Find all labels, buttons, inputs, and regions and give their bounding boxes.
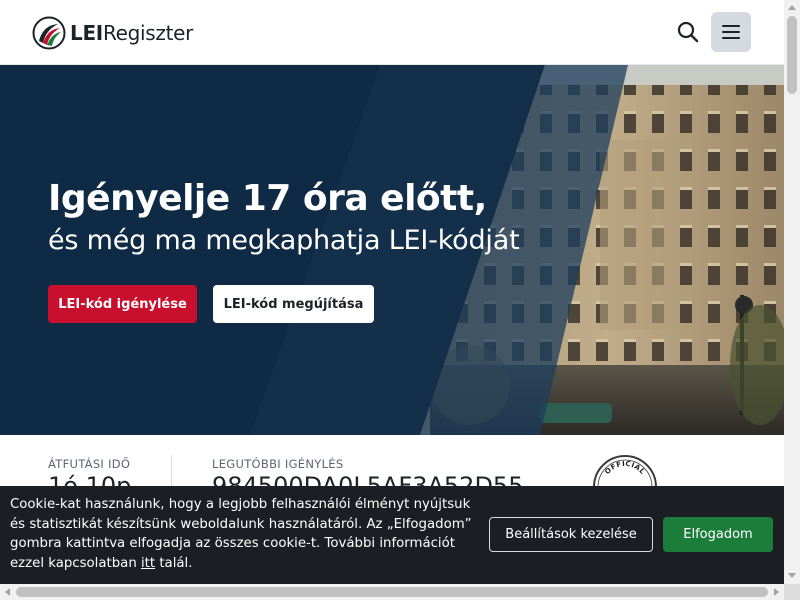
hamburger-menu-icon — [722, 25, 740, 39]
site-logo[interactable]: LEIRegiszter — [32, 15, 193, 51]
scroll-down-arrow-icon[interactable] — [788, 573, 796, 578]
scroll-right-arrow-icon[interactable] — [774, 588, 779, 596]
manage-settings-button[interactable]: Beállítások kezelése — [489, 517, 653, 552]
cookie-consent-banner: Cookie-kat használunk, hogy a legjobb fe… — [0, 486, 784, 584]
cookie-info-link[interactable]: itt — [141, 556, 155, 571]
search-icon — [677, 21, 699, 43]
hero-title: Igényelje 17 óra előtt, — [48, 178, 487, 219]
logo-wordmark: LEIRegiszter — [70, 21, 194, 45]
vertical-scrollbar[interactable] — [784, 0, 800, 584]
lei-logo-icon — [32, 16, 66, 50]
scrollbar-corner — [784, 584, 800, 600]
search-button[interactable] — [672, 16, 704, 48]
menu-button[interactable] — [711, 12, 751, 52]
horizontal-scroll-thumb[interactable] — [16, 587, 768, 597]
request-lei-button[interactable]: LEI-kód igénylése — [48, 285, 197, 323]
accept-cookies-button[interactable]: Elfogadom — [663, 517, 773, 552]
horizontal-scrollbar[interactable] — [0, 584, 784, 600]
hero-subtitle: és még ma megkaphatja LEI-kódját — [48, 225, 520, 256]
site-header: LEIRegiszter — [0, 0, 784, 65]
hero-banner: Igényelje 17 óra előtt, és még ma megkap… — [0, 65, 784, 435]
cookie-message: Cookie-kat használunk, hogy a legjobb fe… — [10, 497, 472, 571]
vertical-scroll-thumb[interactable] — [787, 16, 797, 94]
scroll-left-arrow-icon[interactable] — [5, 588, 10, 596]
scroll-up-arrow-icon[interactable] — [788, 5, 796, 10]
latest-request-label: LEGUTÓBBI IGÉNYLÉS — [212, 457, 344, 471]
turnaround-label: ÁTFUTÁSI IDŐ — [48, 457, 131, 471]
page: LEIRegiszter Igényelje 17 óra előtt, és … — [0, 0, 784, 584]
renew-lei-button[interactable]: LEI-kód megújítása — [213, 285, 374, 323]
